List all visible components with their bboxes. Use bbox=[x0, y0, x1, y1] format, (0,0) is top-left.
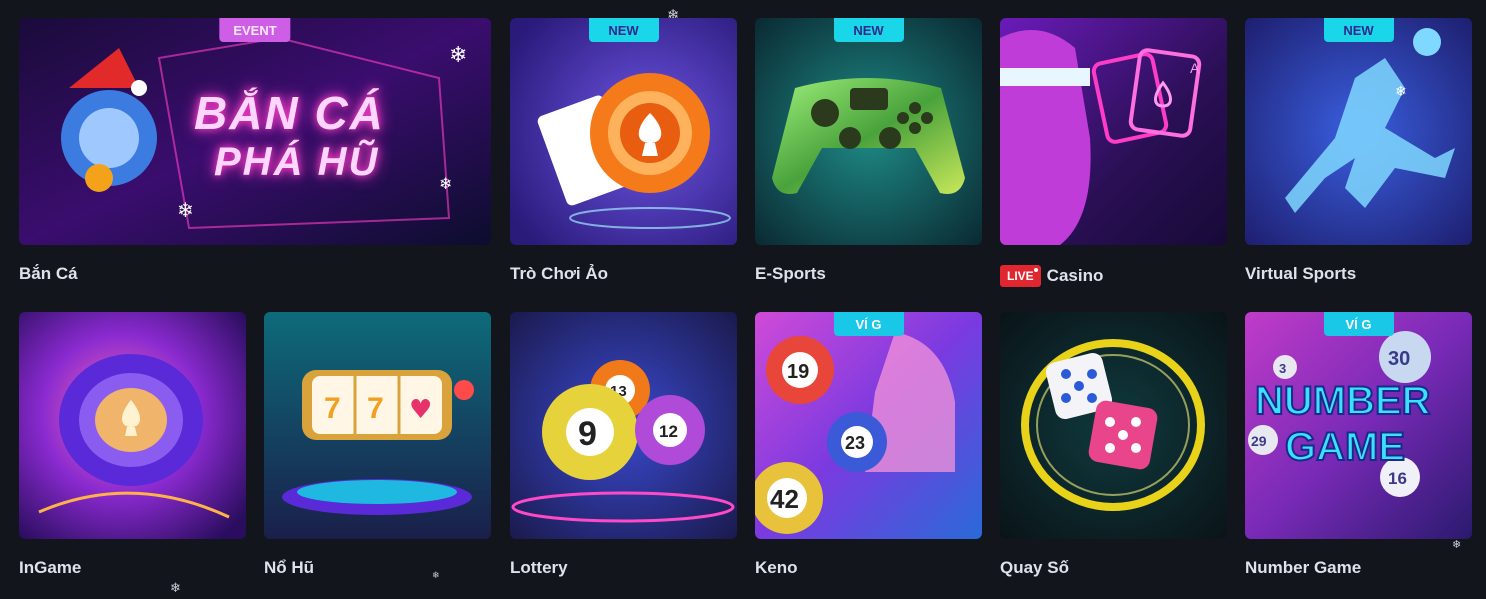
new-badge: NEW bbox=[833, 18, 904, 42]
svg-text:7: 7 bbox=[367, 392, 384, 425]
game-card-no-hu[interactable]: 7 7 ♥ Nổ Hũ bbox=[264, 312, 491, 577]
svg-text:♥: ♥ bbox=[409, 395, 432, 425]
game-card-lottery[interactable]: 13 9 12 Lottery bbox=[510, 312, 737, 577]
ban-ca-banner-subtitle: PHÁ HŨ bbox=[214, 140, 380, 184]
new-badge: NEW bbox=[1323, 18, 1394, 42]
game-card-ban-ca[interactable]: BẮN CÁ PHÁ HŨ ❄ ❄ ❄ EVENT Bắn Cá bbox=[19, 18, 491, 283]
snowflake-icon: ❄ bbox=[432, 570, 440, 580]
svg-text:23: 23 bbox=[845, 433, 865, 453]
event-badge: EVENT bbox=[219, 18, 291, 42]
casino-thumbnail[interactable]: A bbox=[1000, 18, 1227, 245]
game-card-tro-choi-ao[interactable]: NEW Trò Chơi Ảo bbox=[510, 18, 737, 283]
game-label: Keno bbox=[755, 558, 798, 577]
game-label: Number Game bbox=[1245, 558, 1362, 577]
game-card-keno[interactable]: 19 23 42 VÍ G Keno bbox=[755, 312, 982, 577]
game-label: Quay Số bbox=[1000, 558, 1069, 577]
svg-text:GAME: GAME bbox=[1285, 425, 1405, 469]
lottery-thumbnail[interactable]: 13 9 12 bbox=[510, 312, 737, 539]
svg-text:29: 29 bbox=[1251, 433, 1267, 449]
virtual-sports-thumbnail[interactable]: NEW ❄ bbox=[1245, 18, 1472, 245]
svg-text:12: 12 bbox=[659, 422, 678, 441]
ingame-thumbnail[interactable] bbox=[19, 312, 246, 539]
snowflake-icon: ❄ bbox=[439, 176, 453, 193]
game-label: LIVE Casino bbox=[1000, 265, 1103, 287]
game-card-number-game[interactable]: 30 3 29 16 NUMBER GAME VÍ G Number Game bbox=[1245, 312, 1472, 577]
svg-text:NUMBER: NUMBER bbox=[1255, 379, 1431, 423]
game-label: Nổ Hũ bbox=[264, 558, 315, 577]
svg-text:42: 42 bbox=[770, 484, 799, 514]
tro-choi-ao-thumbnail[interactable]: NEW bbox=[510, 18, 737, 245]
game-card-casino[interactable]: A LIVE Casino bbox=[1000, 18, 1227, 287]
game-label: Trò Chơi Ảo bbox=[510, 264, 609, 283]
game-label: Virtual Sports bbox=[1245, 264, 1357, 283]
game-card-ingame[interactable]: InGame bbox=[19, 312, 246, 577]
snowflake-icon: ❄ bbox=[170, 580, 181, 595]
snowflake-icon: ❄ bbox=[449, 42, 468, 67]
keno-thumbnail[interactable]: 19 23 42 VÍ G bbox=[755, 312, 982, 539]
snowflake-icon: ❄ bbox=[177, 200, 194, 222]
live-badge: LIVE bbox=[1000, 265, 1041, 287]
e-sports-thumbnail[interactable]: NEW bbox=[755, 18, 982, 245]
game-card-quay-so[interactable]: Quay Số bbox=[1000, 312, 1227, 577]
svg-text:A: A bbox=[1190, 60, 1200, 76]
game-label: Lottery bbox=[510, 558, 568, 577]
game-card-virtual-sports[interactable]: NEW ❄ Virtual Sports bbox=[1245, 18, 1472, 283]
svg-text:16: 16 bbox=[1388, 469, 1407, 488]
quay-so-thumbnail[interactable] bbox=[1000, 312, 1227, 539]
svg-text:9: 9 bbox=[578, 415, 597, 453]
no-hu-thumbnail[interactable]: 7 7 ♥ bbox=[264, 312, 491, 539]
ban-ca-thumbnail[interactable]: BẮN CÁ PHÁ HŨ ❄ ❄ ❄ EVENT bbox=[19, 18, 491, 245]
snowflake-icon: ❄ bbox=[1395, 83, 1407, 99]
vi-g-badge: VÍ G bbox=[833, 312, 904, 336]
game-label: Bắn Cá bbox=[19, 264, 78, 283]
new-badge: NEW bbox=[588, 18, 659, 42]
game-card-e-sports[interactable]: NEW E-Sports bbox=[755, 18, 982, 283]
ban-ca-banner-title: BẮN CÁ bbox=[194, 87, 385, 139]
svg-text:3: 3 bbox=[1279, 361, 1286, 376]
game-label: InGame bbox=[19, 558, 82, 577]
casino-label-text: Casino bbox=[1046, 266, 1104, 285]
svg-text:30: 30 bbox=[1388, 348, 1410, 370]
svg-text:7: 7 bbox=[324, 392, 341, 425]
vi-g-badge: VÍ G bbox=[1323, 312, 1394, 336]
number-game-thumbnail[interactable]: 30 3 29 16 NUMBER GAME VÍ G bbox=[1245, 312, 1472, 539]
snowflake-icon: ❄ bbox=[1452, 539, 1462, 551]
game-label: E-Sports bbox=[755, 264, 826, 283]
svg-text:19: 19 bbox=[787, 361, 809, 383]
